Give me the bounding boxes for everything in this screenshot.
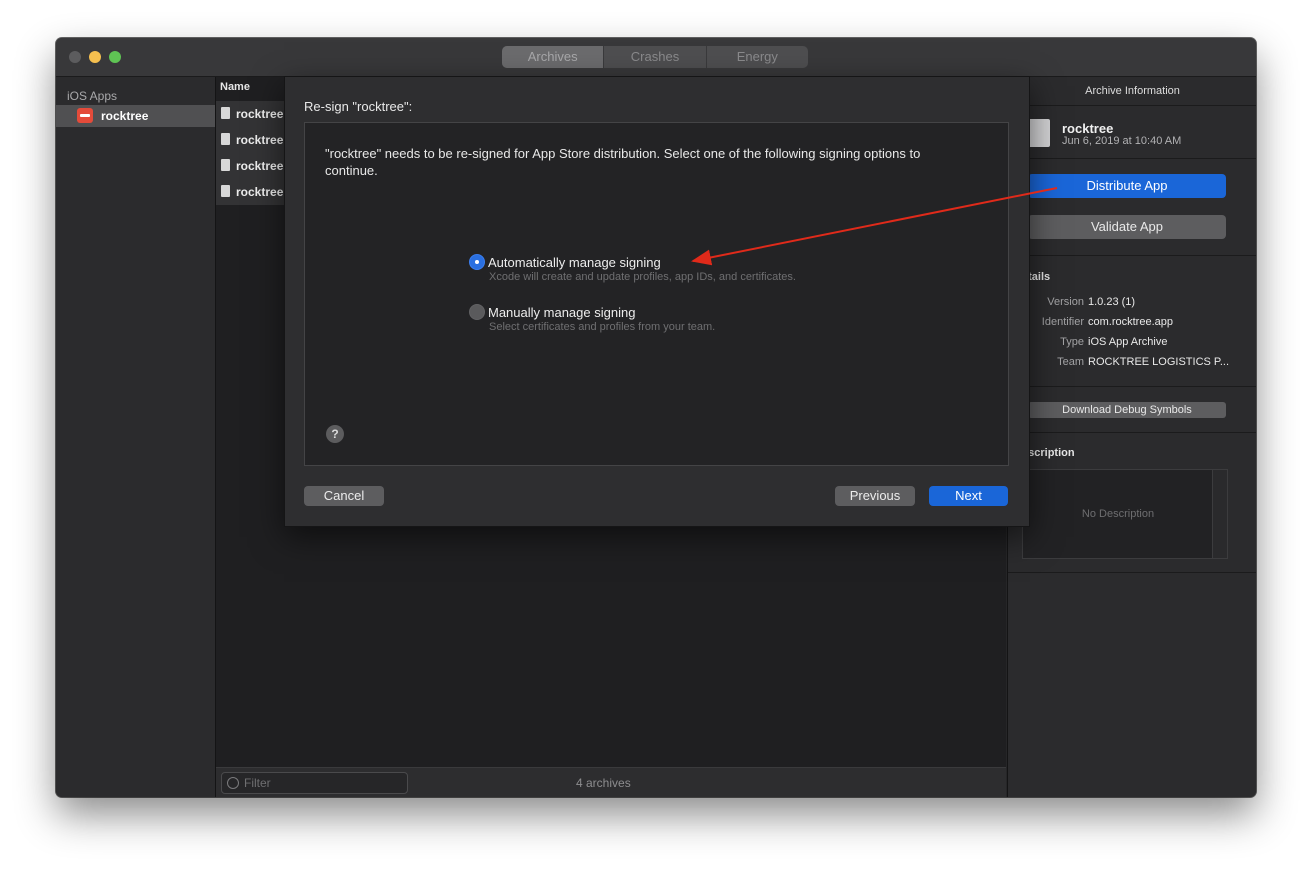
close-window-button[interactable] bbox=[69, 51, 81, 63]
detail-value-type: iOS App Archive bbox=[1088, 336, 1168, 348]
sidebar-section-title: iOS Apps bbox=[67, 89, 118, 103]
sheet-message: "rocktree" needs to be re-signed for App… bbox=[325, 146, 921, 178]
detail-value-team: ROCKTREE LOGISTICS P... bbox=[1088, 356, 1229, 368]
tab-archives[interactable]: Archives bbox=[502, 46, 605, 68]
manual-signing-radio[interactable] bbox=[469, 304, 485, 320]
tab-crashes[interactable]: Crashes bbox=[604, 46, 707, 68]
archive-app-name: rocktree bbox=[1062, 121, 1114, 136]
archive-inspector: Archive Information rocktree Jun 6, 2019… bbox=[1007, 77, 1256, 797]
auto-signing-radio[interactable] bbox=[469, 254, 485, 270]
column-header-name[interactable]: Name bbox=[220, 81, 250, 93]
tab-energy[interactable]: Energy bbox=[707, 46, 808, 68]
detail-key-team: Team bbox=[1057, 356, 1084, 368]
inspector-title: Archive Information bbox=[1008, 77, 1256, 106]
archive-name: rocktree bbox=[236, 185, 284, 199]
manual-signing-description: Select certificates and profiles from yo… bbox=[489, 321, 716, 333]
validate-app-button[interactable]: Validate App bbox=[1028, 215, 1226, 239]
divider bbox=[1008, 255, 1256, 256]
archive-count: 4 archives bbox=[576, 776, 631, 790]
archive-name: rocktree bbox=[236, 107, 284, 121]
divider bbox=[1008, 386, 1256, 387]
sheet-title: Re-sign "rocktree": bbox=[304, 99, 413, 114]
document-icon bbox=[221, 159, 230, 171]
previous-button[interactable]: Previous bbox=[835, 486, 915, 506]
description-placeholder: No Description bbox=[1081, 508, 1155, 520]
filter-icon bbox=[227, 777, 239, 789]
sidebar: iOS Apps rocktree bbox=[56, 77, 216, 797]
sidebar-item-label: rocktree bbox=[101, 109, 149, 123]
archive-file-icon bbox=[1028, 119, 1050, 147]
minimize-window-button[interactable] bbox=[89, 51, 101, 63]
divider bbox=[1008, 158, 1256, 159]
auto-signing-label[interactable]: Automatically manage signing bbox=[488, 255, 661, 270]
description-field[interactable]: No Description bbox=[1022, 469, 1228, 559]
description-scrollbar[interactable] bbox=[1212, 470, 1227, 558]
divider bbox=[1008, 572, 1256, 573]
sidebar-item-rocktree[interactable]: rocktree bbox=[56, 105, 215, 127]
cancel-button[interactable]: Cancel bbox=[304, 486, 384, 506]
distribute-app-button[interactable]: Distribute App bbox=[1028, 174, 1226, 198]
document-icon bbox=[221, 133, 230, 145]
auto-signing-description: Xcode will create and update profiles, a… bbox=[489, 271, 796, 283]
archive-name: rocktree bbox=[236, 133, 284, 147]
filter-field[interactable] bbox=[221, 772, 408, 794]
app-icon bbox=[77, 108, 93, 123]
archive-name: rocktree bbox=[236, 159, 284, 173]
zoom-window-button[interactable] bbox=[109, 51, 121, 63]
filter-input[interactable] bbox=[242, 774, 406, 792]
next-button[interactable]: Next bbox=[929, 486, 1008, 506]
detail-key-version: Version bbox=[1047, 296, 1084, 308]
sheet-content-box: "rocktree" needs to be re-signed for App… bbox=[304, 122, 1009, 466]
detail-value-version: 1.0.23 (1) bbox=[1088, 296, 1136, 308]
list-bottom-bar: 4 archives bbox=[216, 767, 1006, 797]
detail-key-type: Type bbox=[1060, 336, 1084, 348]
resign-sheet: Re-sign "rocktree": "rocktree" needs to … bbox=[284, 76, 1030, 527]
detail-key-identifier: Identifier bbox=[1041, 316, 1084, 328]
document-icon bbox=[221, 107, 230, 119]
document-icon bbox=[221, 185, 230, 197]
download-debug-symbols-button[interactable]: Download Debug Symbols bbox=[1028, 402, 1226, 418]
help-button[interactable]: ? bbox=[326, 425, 344, 443]
title-bar: Archives Crashes Energy bbox=[56, 38, 1256, 77]
divider bbox=[1008, 432, 1256, 433]
manual-signing-label[interactable]: Manually manage signing bbox=[488, 305, 635, 320]
archive-date: Jun 6, 2019 at 10:40 AM bbox=[1062, 135, 1182, 147]
detail-value-identifier: com.rocktree.app bbox=[1088, 316, 1173, 328]
organizer-tab-control: Archives Crashes Energy bbox=[502, 46, 808, 68]
